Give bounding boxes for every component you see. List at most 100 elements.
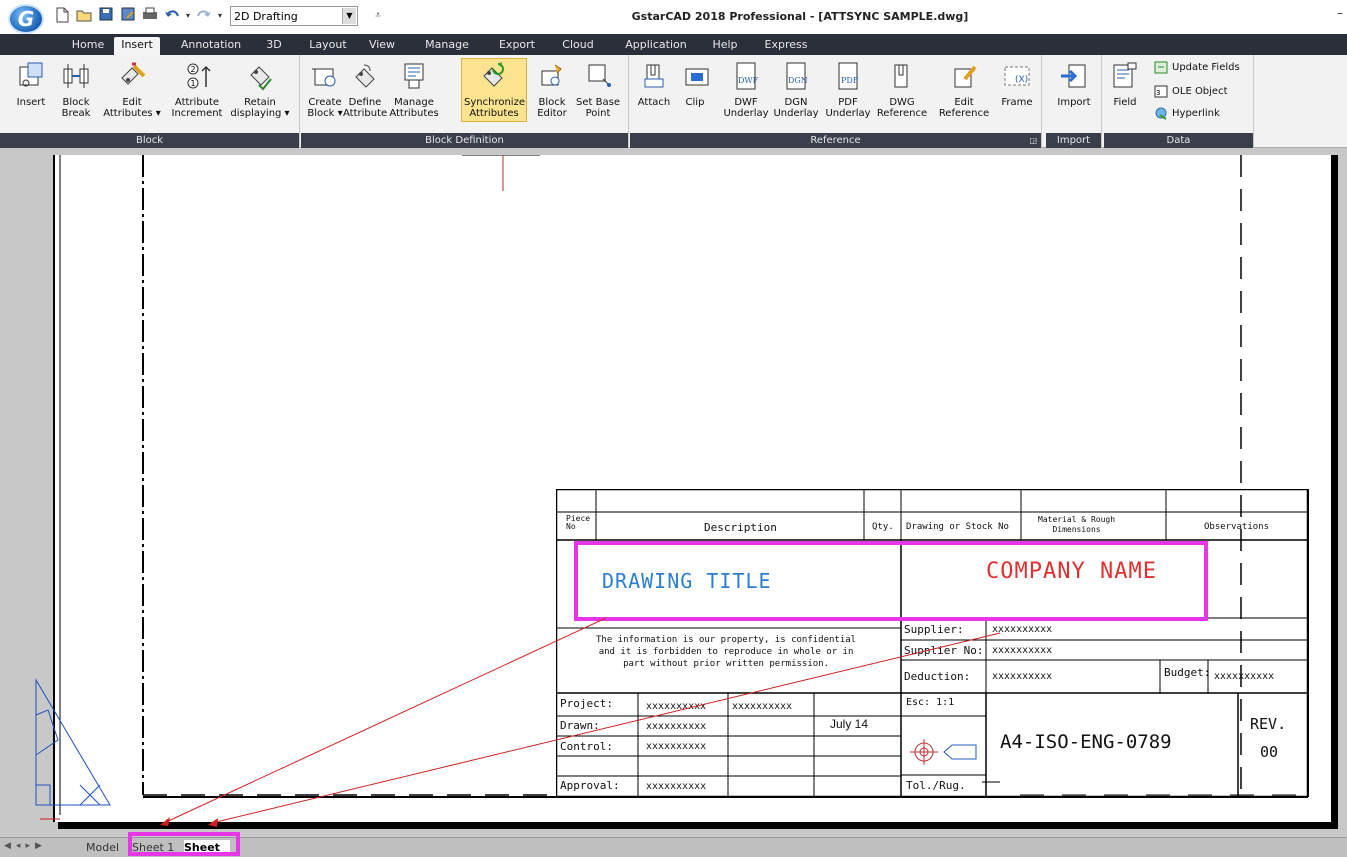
tab-cloud[interactable]: Cloud [556, 37, 600, 55]
workspace-value: 2D Drafting [234, 9, 298, 23]
frame-icon: (X) [1000, 59, 1034, 93]
panel-reference: Attach Clip DWF DWF Underlay DGN DGN Und… [630, 55, 1042, 148]
tab-3d[interactable]: 3D [262, 37, 286, 55]
rev-value: 00 [1260, 743, 1279, 761]
clip-button[interactable]: Clip [680, 59, 710, 108]
edit-attributes-button[interactable]: Edit Attributes ▾ [100, 59, 164, 119]
block-break-button[interactable]: Block Break [56, 59, 96, 119]
update-fields-icon [1154, 61, 1168, 74]
title-bar: G ▾ ▾ 2D Drafting ▼ ⩡ GstarCAD 2018 Prof… [0, 0, 1347, 34]
block-editor-button[interactable]: Block Editor [535, 59, 569, 119]
retain-displaying-icon [243, 59, 277, 93]
pdf-underlay-button[interactable]: PDF PDF Underlay [824, 59, 872, 119]
frame-button[interactable]: (X) Frame [998, 59, 1036, 108]
supplier-no-label: Supplier No: [904, 644, 984, 657]
open-folder-icon[interactable] [74, 6, 94, 26]
undo-icon[interactable] [162, 6, 182, 26]
tab-scroll-arrows[interactable]: ◀◂▸▶ [4, 841, 47, 851]
control-value: xxxxxxxxxx [646, 741, 707, 752]
header-piece-no: Piece No [566, 514, 591, 531]
print-icon[interactable] [140, 6, 160, 26]
rev-label: REV. [1250, 715, 1287, 733]
customize-toolbar-icon[interactable]: ⩡ [368, 6, 388, 26]
synchronize-attributes-icon [477, 59, 511, 93]
edit-reference-button[interactable]: Edit Reference [936, 59, 992, 119]
set-base-point-icon [581, 59, 615, 93]
header-observations: Observations [1204, 522, 1270, 532]
scale-text: Esc: 1:1 [906, 697, 955, 708]
highlight-sheet-tabs-box [128, 832, 240, 856]
minimize-button[interactable]: – [1337, 6, 1343, 20]
drawn-label: Drawn: [560, 719, 600, 732]
projection-symbol-icon [910, 739, 977, 765]
synchronize-attributes-button[interactable]: Synchronize Attributes [461, 58, 527, 122]
tab-insert[interactable]: Insert [114, 37, 160, 55]
dwg-reference-button[interactable]: DWG Reference [874, 59, 930, 119]
window-title: GstarCAD 2018 Professional - [ATTSYNC SA… [631, 10, 969, 23]
project-value-2: xxxxxxxxxx [732, 701, 793, 712]
retain-displaying-button[interactable]: Retain displaying ▾ [228, 59, 292, 119]
workspace-select[interactable]: 2D Drafting ▼ [230, 6, 358, 26]
drawing-canvas[interactable]: Piece No Description Qty. Drawing or Sto… [0, 155, 1347, 837]
supplier-label: Supplier: [904, 623, 964, 636]
save-as-icon[interactable] [118, 6, 138, 26]
define-attribute-icon [348, 59, 382, 93]
panel-data: Field Update Fields 3 OLE Object Hyperli… [1104, 55, 1254, 148]
attach-button[interactable]: Attach [634, 59, 674, 108]
redo-icon[interactable] [194, 6, 214, 26]
tab-annotation[interactable]: Annotation [176, 37, 246, 55]
insert-button[interactable]: Insert [14, 59, 48, 108]
panel-block-definition-label: Block Definition [301, 133, 628, 148]
new-file-icon[interactable] [52, 6, 72, 26]
dwf-underlay-button[interactable]: DWF DWF Underlay [722, 59, 770, 119]
create-block-button[interactable]: Create Block ▾ [307, 59, 343, 119]
hyperlink-button[interactable]: Hyperlink [1154, 107, 1220, 120]
svg-text:(X): (X) [1015, 75, 1028, 85]
app-logo-letter: G [17, 7, 35, 31]
tab-express[interactable]: Express [758, 37, 814, 55]
tab-home[interactable]: Home [66, 37, 110, 55]
tab-view[interactable]: View [364, 37, 400, 55]
header-qty: Qty. [872, 522, 894, 532]
tab-manage[interactable]: Manage [420, 37, 474, 55]
tab-export[interactable]: Export [492, 37, 542, 55]
redo-dropdown-icon[interactable]: ▾ [216, 6, 224, 26]
panel-block-label: Block [0, 133, 299, 148]
panel-expand-icon[interactable]: ◲ [1029, 133, 1037, 148]
drawn-date: July 14 [830, 717, 869, 731]
panel-block: Insert Block Break Edit Attributes ▾ 21 … [0, 55, 300, 148]
svg-text:DWF: DWF [738, 76, 759, 85]
svg-text:1: 1 [191, 79, 196, 88]
tab-help[interactable]: Help [708, 37, 742, 55]
tab-application[interactable]: Application [618, 37, 694, 55]
svg-text:DGN: DGN [788, 76, 808, 85]
panel-data-label: Data [1104, 133, 1253, 148]
import-button[interactable]: Import [1054, 59, 1094, 108]
approval-value: xxxxxxxxxx [646, 781, 707, 792]
undo-dropdown-icon[interactable]: ▾ [184, 6, 192, 26]
define-attribute-button[interactable]: Define Attribute [343, 59, 387, 119]
budget-label: Budget: [1164, 666, 1211, 679]
clip-icon [680, 59, 714, 93]
svg-text:2: 2 [191, 65, 196, 74]
header-drawing-stock: Drawing or Stock No [906, 522, 1009, 532]
header-material: Material & Rough Dimensions [1038, 515, 1116, 534]
attribute-increment-button[interactable]: 21 Attribute Increment [168, 59, 226, 119]
field-button[interactable]: Field [1108, 59, 1142, 108]
project-label: Project: [560, 697, 613, 710]
update-fields-button[interactable]: Update Fields [1154, 61, 1240, 74]
panel-import: Import Import [1046, 55, 1102, 148]
tab-model[interactable]: Model [86, 840, 124, 856]
dwf-underlay-icon: DWF [729, 59, 763, 93]
title-block: Piece No Description Qty. Drawing or Sto… [556, 489, 1308, 797]
ole-object-button[interactable]: 3 OLE Object [1154, 85, 1228, 98]
tolerance-text: Tol./Rug. [906, 779, 966, 792]
app-logo-button[interactable]: G [8, 4, 44, 34]
tab-layout[interactable]: Layout [306, 37, 350, 55]
supplier-no-value: xxxxxxxxxx [992, 645, 1053, 656]
manage-attributes-button[interactable]: Manage Attributes [389, 59, 439, 119]
set-base-point-button[interactable]: Set Base Point [573, 59, 623, 119]
save-icon[interactable] [96, 6, 116, 26]
header-description: Description [704, 521, 777, 534]
dgn-underlay-button[interactable]: DGN DGN Underlay [772, 59, 820, 119]
